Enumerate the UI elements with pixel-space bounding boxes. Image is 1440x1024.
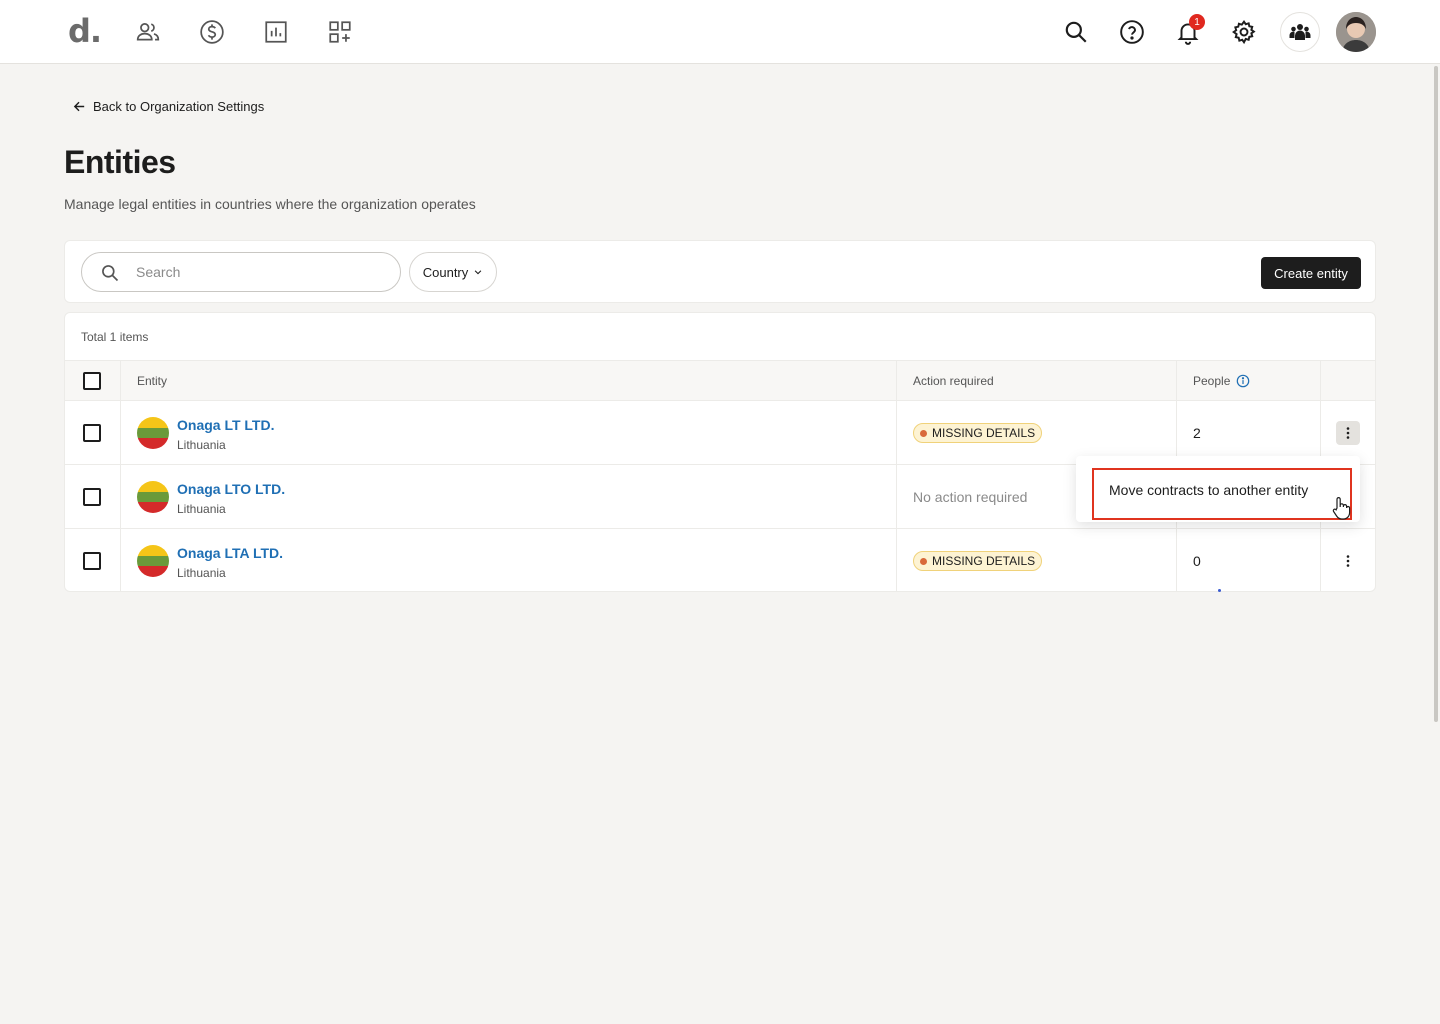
status-badge-label: MISSING DETAILS (932, 426, 1036, 440)
notification-badge: 1 (1189, 14, 1205, 30)
apps-icon[interactable] (326, 18, 354, 46)
status-badge-label: MISSING DETAILS (932, 554, 1036, 568)
chevron-down-icon (474, 270, 482, 275)
app-logo[interactable]: d. (68, 12, 102, 50)
filter-bar: Country Create entity (64, 240, 1376, 303)
table-row: Onaga LTA LTD. Lithuania MISSING DETAILS… (65, 529, 1375, 591)
row-checkbox[interactable] (83, 424, 101, 442)
page-title: Entities (64, 144, 176, 180)
hand-cursor-icon (1332, 497, 1351, 520)
search-icon[interactable] (1060, 16, 1092, 48)
page-subtitle: Manage legal entities in countries where… (64, 196, 476, 212)
no-action-status: No action required (913, 489, 1028, 505)
entity-country: Lithuania (177, 566, 226, 580)
entity-country: Lithuania (177, 502, 226, 516)
top-navigation-bar: d. 1 (0, 0, 1440, 64)
arrow-left-icon (73, 101, 85, 112)
entity-name-link[interactable]: Onaga LTO LTD. (177, 481, 285, 497)
search-input[interactable] (136, 262, 386, 282)
entities-table: Total 1 items Entity Action required Peo… (64, 312, 1376, 592)
back-link-label: Back to Organization Settings (93, 99, 265, 114)
select-all-checkbox[interactable] (83, 372, 101, 390)
kebab-menu-icon (1346, 427, 1350, 439)
row-actions-button[interactable] (1336, 549, 1360, 573)
table-header: Entity Action required People (65, 360, 1375, 401)
gear-icon[interactable] (1228, 16, 1260, 48)
row-checkbox[interactable] (83, 552, 101, 570)
people-count: 2 (1193, 425, 1201, 441)
scrollbar-thumb[interactable] (1434, 66, 1438, 722)
status-dot-icon (920, 429, 927, 437)
column-header-people-label: People (1193, 374, 1231, 388)
total-items-label: Total 1 items (81, 330, 149, 344)
move-contracts-menu-item[interactable]: Move contracts to another entity (1092, 468, 1352, 520)
help-icon[interactable] (1116, 16, 1148, 48)
lithuania-flag-icon (137, 417, 169, 449)
entity-name-link[interactable]: Onaga LTA LTD. (177, 545, 283, 561)
people-count: 0 (1193, 553, 1201, 569)
people-icon[interactable] (134, 18, 162, 46)
row-actions-menu: Move contracts to another entity (1076, 456, 1360, 522)
dollar-icon[interactable] (198, 18, 226, 46)
lithuania-flag-icon (137, 481, 169, 513)
row-actions-button[interactable] (1336, 421, 1360, 445)
status-badge: MISSING DETAILS (913, 551, 1043, 571)
entity-name-link[interactable]: Onaga LT LTD. (177, 417, 274, 433)
search-field[interactable] (81, 252, 401, 292)
entity-country: Lithuania (177, 438, 226, 452)
back-link[interactable]: Back to Organization Settings (72, 99, 264, 114)
status-badge: MISSING DETAILS (913, 423, 1043, 443)
lithuania-flag-icon (137, 545, 169, 577)
row-checkbox[interactable] (83, 488, 101, 506)
country-filter-button[interactable]: Country (409, 252, 497, 292)
column-header-people[interactable]: People (1193, 374, 1250, 388)
reports-icon[interactable] (262, 18, 290, 46)
country-filter-label: Country (422, 264, 469, 280)
status-dot-icon (920, 557, 927, 565)
column-header-entity[interactable]: Entity (137, 374, 167, 388)
org-people-icon[interactable] (1280, 12, 1320, 52)
create-entity-button[interactable]: Create entity (1261, 257, 1361, 289)
search-icon (102, 265, 119, 282)
info-icon[interactable] (1236, 374, 1250, 388)
focus-dot (1218, 589, 1221, 592)
avatar[interactable] (1336, 12, 1376, 52)
column-header-action-required[interactable]: Action required (913, 374, 994, 388)
kebab-menu-icon (1346, 555, 1350, 567)
